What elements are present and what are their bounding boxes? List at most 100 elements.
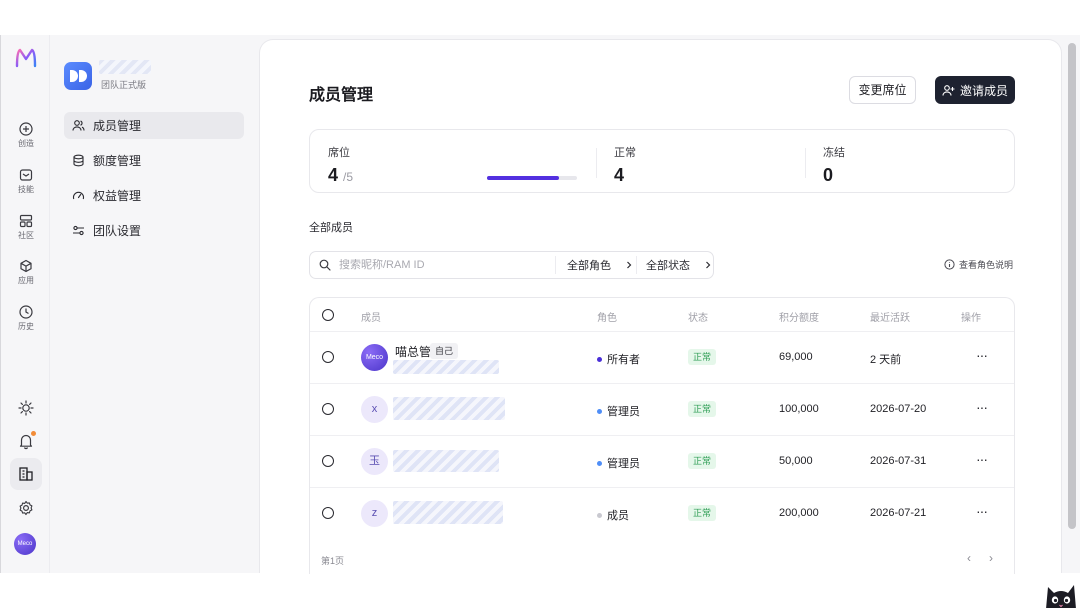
sliders-icon xyxy=(73,225,84,236)
seats-total: /5 xyxy=(343,170,354,184)
member-last-active: 2026-07-31 xyxy=(870,455,927,467)
section-title: 全部成员 xyxy=(309,222,353,234)
role-dot xyxy=(597,512,602,518)
role-dot xyxy=(597,356,602,362)
divider xyxy=(555,256,556,274)
member-role: 成员 xyxy=(597,507,629,523)
prev-page-button[interactable]: ‹ xyxy=(967,551,971,565)
role-dot xyxy=(597,408,602,414)
row-select-radio[interactable] xyxy=(322,507,334,519)
member-role: 管理员 xyxy=(597,455,640,471)
members-table: 成员 角色 状态 积分额度 最近活跃 操作 Meco 喵总管 自己 所有者 正常… xyxy=(309,297,1015,574)
row-select-radio[interactable] xyxy=(322,403,334,415)
table-row[interactable]: z 成员 正常 200,000 2026-07-21 ··· xyxy=(310,487,1014,539)
search-input[interactable] xyxy=(339,259,539,271)
row-select-radio[interactable] xyxy=(322,455,334,467)
change-seats-button[interactable]: 变更席位 xyxy=(849,76,916,104)
rail-item-apps[interactable]: 应用 xyxy=(1,259,51,299)
role-help-link[interactable]: 查看角色说明 xyxy=(944,258,1013,271)
member-quota: 50,000 xyxy=(779,455,813,467)
rail-label: 技能 xyxy=(18,185,34,194)
member-quota: 69,000 xyxy=(779,351,813,363)
row-actions-menu[interactable]: ··· xyxy=(976,503,988,519)
sidebar-item-benefits[interactable]: 权益管理 xyxy=(64,182,244,209)
status-badge: 正常 xyxy=(688,349,717,365)
settings-button[interactable] xyxy=(16,498,36,518)
rail-item-history[interactable]: 历史 xyxy=(1,305,51,345)
rail-item-skills[interactable]: 技能 xyxy=(1,168,51,208)
row-select-radio[interactable] xyxy=(322,351,334,363)
app-logo[interactable] xyxy=(14,47,38,69)
status-filter-label: 全部状态 xyxy=(646,260,690,272)
member-quota: 100,000 xyxy=(779,403,819,415)
column-header: 操作 xyxy=(961,313,981,324)
invite-member-button[interactable]: 邀请成员 xyxy=(935,76,1015,104)
theme-toggle[interactable] xyxy=(16,398,36,418)
sidebar-item-label: 团队设置 xyxy=(93,224,142,238)
rail-item-create[interactable]: 创造 xyxy=(1,122,51,162)
member-name-redacted xyxy=(393,397,505,420)
add-user-icon xyxy=(942,84,955,96)
cat-mascot-icon[interactable] xyxy=(1042,575,1080,608)
table-row[interactable]: 玉 管理员 正常 50,000 2026-07-31 ··· xyxy=(310,435,1014,487)
sidebar: 团队正式版 成员管理 额度管理 权益管理 团队设置 xyxy=(51,35,259,573)
stat-label: 冻结 xyxy=(823,147,845,159)
stat-value: 4 xyxy=(614,165,625,185)
status-filter-dropdown[interactable]: 全部状态 xyxy=(646,252,712,278)
next-page-button[interactable]: › xyxy=(989,551,993,565)
user-avatar[interactable]: Meco xyxy=(14,533,36,555)
rail-label: 创造 xyxy=(18,139,34,148)
member-last-active: 2026-07-21 xyxy=(870,507,927,519)
stat-value: 0 xyxy=(823,165,834,185)
row-actions-menu[interactable]: ··· xyxy=(976,399,988,415)
sidebar-item-quota[interactable]: 额度管理 xyxy=(64,147,244,174)
table-row[interactable]: Meco 喵总管 自己 所有者 正常 69,000 2 天前 ··· xyxy=(310,331,1014,383)
member-id-redacted xyxy=(393,360,499,374)
table-row[interactable]: x 管理员 正常 100,000 2026-07-20 ··· xyxy=(310,383,1014,435)
column-header: 最近活跃 xyxy=(870,313,910,324)
column-header: 积分额度 xyxy=(779,313,819,324)
stats-card: 席位 4 /5 正常 4 冻结 0 xyxy=(309,129,1015,193)
column-header: 成员 xyxy=(361,313,381,324)
status-badge: 正常 xyxy=(688,401,717,417)
main-panel: 成员管理 变更席位 邀请成员 席位 4 /5 正常 4 冻结 0 全部成员 搜索… xyxy=(259,39,1062,574)
member-name-redacted xyxy=(393,501,503,524)
select-all-radio[interactable] xyxy=(322,309,334,321)
role-dot xyxy=(597,460,602,466)
rail-label: 应用 xyxy=(18,276,34,285)
sidebar-item-members[interactable]: 成员管理 xyxy=(64,112,244,139)
divider xyxy=(596,148,597,178)
row-actions-menu[interactable]: ··· xyxy=(976,451,988,467)
users-icon xyxy=(72,120,85,131)
stat-value: 4 /5 xyxy=(328,165,354,185)
scrollbar[interactable] xyxy=(1068,43,1076,529)
chevron-right-icon xyxy=(627,261,632,269)
notifications-button[interactable] xyxy=(16,431,36,451)
sidebar-item-label: 权益管理 xyxy=(93,189,142,203)
team-logo xyxy=(64,62,92,90)
seats-progress-bar xyxy=(487,176,577,180)
plus-circle-icon xyxy=(19,122,33,136)
sidebar-item-team-settings[interactable]: 团队设置 xyxy=(64,217,244,244)
row-actions-menu[interactable]: ··· xyxy=(976,347,988,363)
team-plan: 团队正式版 xyxy=(101,80,147,90)
avatar: x xyxy=(361,396,388,423)
cube-icon xyxy=(20,259,32,273)
seats-progress-fill xyxy=(487,176,559,180)
team-button[interactable] xyxy=(10,458,42,490)
rail-item-community[interactable]: 社区 xyxy=(1,214,51,254)
team-name-redacted xyxy=(99,60,151,74)
community-icon xyxy=(19,214,33,228)
role-filter-dropdown[interactable]: 全部角色 xyxy=(567,252,633,278)
rail-label: 社区 xyxy=(18,231,34,240)
column-header: 状态 xyxy=(688,313,708,324)
search-icon xyxy=(319,259,331,271)
stat-frozen: 冻结 0 xyxy=(823,144,845,186)
divider xyxy=(636,256,637,274)
sidebar-item-label: 额度管理 xyxy=(93,154,142,168)
page-indicator: 第1页 xyxy=(321,556,345,566)
chevron-right-icon xyxy=(706,261,711,269)
team-building-icon xyxy=(19,467,33,481)
gauge-icon xyxy=(72,191,85,200)
member-quota: 200,000 xyxy=(779,507,819,519)
